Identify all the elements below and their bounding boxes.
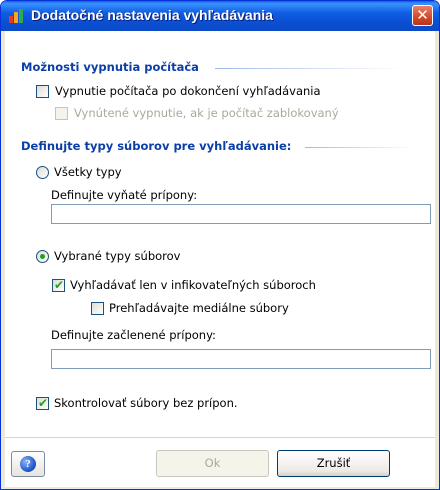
included-extensions-input[interactable] bbox=[51, 349, 431, 369]
excluded-extensions-label: Definujte vyňaté prípony: bbox=[51, 188, 198, 202]
infectable-only-label[interactable]: Vyhľadávať len v infikovateľných súboroc… bbox=[70, 278, 316, 292]
dialog-window: Dodatočné nastavenia vyhľadávania ✕ Možn… bbox=[0, 0, 440, 490]
checkmark-icon: ✔ bbox=[54, 278, 65, 292]
selected-types-label[interactable]: Vybrané typy súborov bbox=[54, 249, 180, 263]
close-button[interactable]: ✕ bbox=[412, 5, 433, 26]
forced-shutdown-label: Vynútené vypnutie, ak je počítač zabloko… bbox=[74, 106, 339, 120]
selected-types-radio[interactable] bbox=[36, 250, 49, 263]
app-icon bbox=[9, 9, 23, 23]
no-extension-files-checkbox[interactable]: ✔ bbox=[36, 396, 49, 410]
radio-selected-dot bbox=[40, 254, 45, 259]
window-title: Dodatočné nastavenia vyhľadávania bbox=[31, 7, 273, 23]
included-extensions-label: Definujte začlenené prípony: bbox=[51, 328, 216, 342]
shutdown-after-scan-label[interactable]: Vypnutie počítača po dokončení vyhľadáva… bbox=[55, 84, 321, 98]
all-types-label[interactable]: Všetky typy bbox=[54, 165, 122, 179]
all-types-radio[interactable] bbox=[36, 166, 49, 179]
forced-shutdown-checkbox[interactable] bbox=[55, 107, 68, 120]
media-files-checkbox[interactable] bbox=[91, 302, 104, 315]
cancel-button[interactable]: Zrušiť bbox=[277, 450, 390, 477]
infectable-only-checkbox[interactable]: ✔ bbox=[52, 278, 65, 292]
dialog-content: Možnosti vypnutia počítača Vypnutie počí… bbox=[5, 31, 435, 487]
excluded-extensions-input[interactable] bbox=[51, 204, 431, 224]
title-bar[interactable]: Dodatočné nastavenia vyhľadávania ✕ bbox=[1, 1, 439, 31]
close-icon: ✕ bbox=[416, 6, 429, 24]
shutdown-section-heading: Možnosti vypnutia počítača bbox=[21, 60, 199, 74]
filetypes-section-heading: Definujte typy súborov pre vyhľadávanie: bbox=[21, 139, 292, 153]
checkmark-icon: ✔ bbox=[38, 396, 49, 410]
section-divider bbox=[305, 147, 415, 148]
media-files-label[interactable]: Prehľadávajte mediálne súbory bbox=[109, 301, 289, 315]
footer-divider bbox=[5, 437, 435, 438]
help-button[interactable]: ? bbox=[11, 451, 45, 477]
ok-button[interactable]: Ok bbox=[156, 450, 269, 477]
shutdown-after-scan-checkbox[interactable] bbox=[36, 85, 49, 98]
help-icon: ? bbox=[20, 456, 36, 472]
no-extension-files-label[interactable]: Skontrolovať súbory bez prípon. bbox=[54, 396, 238, 410]
section-divider bbox=[215, 68, 405, 69]
